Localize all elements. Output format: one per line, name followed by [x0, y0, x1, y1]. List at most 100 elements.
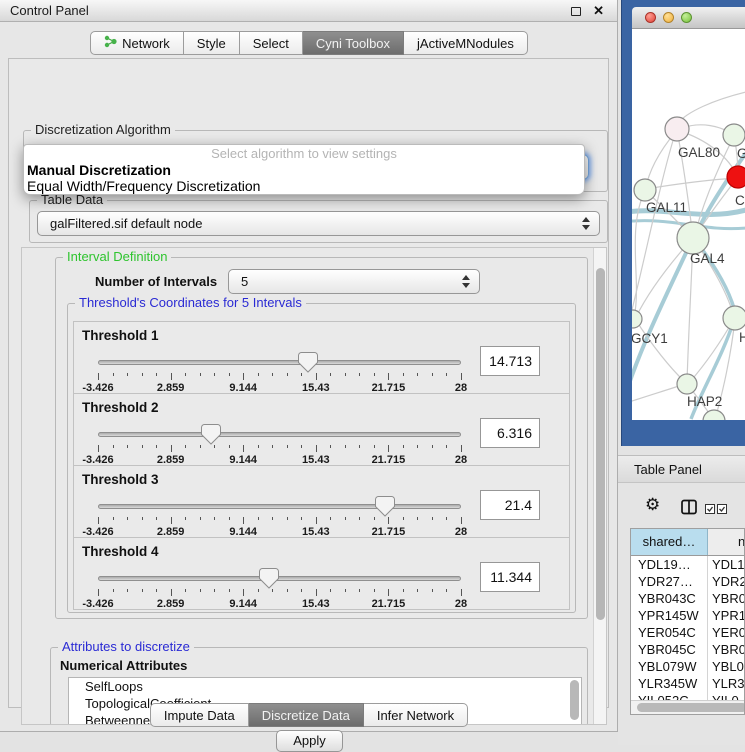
slider-tick [156, 517, 157, 520]
algorithm-option[interactable]: Manual Discretization [27, 162, 581, 178]
zoom-traffic-light-icon[interactable] [681, 12, 692, 23]
threshold-label: Threshold 4 [82, 544, 159, 559]
slider-tick [403, 517, 404, 520]
cell-shared-name[interactable]: YPR145W [631, 607, 708, 624]
slider-track[interactable] [98, 432, 461, 437]
node-table[interactable]: shared… na YDL19…YDL1YDR27…YDR2YBR043CYB… [630, 528, 745, 715]
cell-shared-name[interactable]: YER054C [631, 624, 708, 641]
threshold-value-field[interactable]: 6.316 [480, 418, 540, 448]
table-row[interactable]: YBR043CYBR0 [631, 590, 744, 607]
network-node[interactable] [703, 410, 725, 420]
close-icon[interactable]: ✕ [593, 3, 604, 19]
threshold-row: Threshold 3-3.4262.8599.14415.4321.71528… [73, 465, 570, 538]
slider-tick [113, 445, 114, 448]
slider-track[interactable] [98, 576, 461, 581]
table-horizontal-scrollbar[interactable] [631, 700, 744, 714]
slider-tick [301, 373, 302, 376]
cell-name[interactable]: YPR1 [708, 607, 744, 624]
network-window-titlebar [632, 7, 745, 29]
slider-handle[interactable] [259, 568, 279, 589]
slider-tick [359, 517, 360, 520]
column-header-shared-name[interactable]: shared… [631, 529, 708, 555]
slider-handle[interactable] [201, 424, 221, 445]
slider-tick [229, 517, 230, 520]
network-edge[interactable] [678, 92, 745, 123]
slider-handle[interactable] [375, 496, 395, 517]
cell-name[interactable]: YBR0 [708, 641, 744, 658]
network-node[interactable] [677, 222, 709, 254]
cell-name[interactable]: YER0 [708, 624, 744, 641]
table-row[interactable]: YPR145WYPR1 [631, 607, 744, 624]
network-node[interactable] [634, 179, 656, 201]
threshold-slider[interactable]: -3.4262.8599.14415.4321.71528 [98, 424, 461, 466]
interval-definition-group-title: Interval Definition [63, 250, 171, 263]
cell-shared-name[interactable]: YDL19… [631, 556, 708, 573]
threshold-slider[interactable]: -3.4262.8599.14415.4321.71528 [98, 352, 461, 394]
threshold-value-field[interactable]: 21.4 [480, 490, 540, 520]
threshold-slider[interactable]: -3.4262.8599.14415.4321.71528 [98, 568, 461, 610]
threshold-slider[interactable]: -3.4262.8599.14415.4321.71528 [98, 496, 461, 538]
threshold-value-field[interactable]: 11.344 [480, 562, 540, 592]
table-row[interactable]: YLR345WYLR3 [631, 675, 744, 692]
slider-tick [200, 517, 201, 520]
close-traffic-light-icon[interactable] [645, 12, 656, 23]
tab-select[interactable]: Select [240, 31, 303, 55]
tab-style[interactable]: Style [184, 31, 240, 55]
cell-shared-name[interactable]: YDR27… [631, 573, 708, 590]
table-data-select[interactable]: galFiltered.sif default node [37, 211, 600, 236]
float-window-icon[interactable] [571, 7, 581, 16]
network-edge[interactable] [632, 131, 676, 341]
tab-label: jActiveMNodules [417, 32, 514, 55]
network-node[interactable] [677, 374, 697, 394]
cell-name[interactable]: YDL1 [708, 556, 744, 573]
cell-name[interactable]: YBL0 [708, 658, 744, 675]
cell-shared-name[interactable]: YBL079W [631, 658, 708, 675]
network-node-label: H [739, 330, 745, 345]
scrollbar-thumb[interactable] [637, 703, 745, 712]
minimize-traffic-light-icon[interactable] [663, 12, 674, 23]
number-of-intervals-select[interactable]: 5 [228, 269, 480, 294]
tab-cyni-toolbox[interactable]: Cyni Toolbox [303, 31, 404, 55]
settings-vertical-scrollbar[interactable] [593, 248, 606, 724]
show-columns-checkboxes-icon[interactable] [705, 502, 727, 517]
slider-tick [287, 589, 288, 592]
scrollbar-thumb[interactable] [596, 268, 605, 620]
cell-shared-name[interactable]: YBR045C [631, 641, 708, 658]
cell-shared-name[interactable]: YBR043C [631, 590, 708, 607]
network-node[interactable] [665, 117, 689, 141]
table-row[interactable]: YDR27…YDR2 [631, 573, 744, 590]
slider-track[interactable] [98, 360, 461, 365]
slider-handle[interactable] [298, 352, 318, 373]
network-node[interactable] [723, 306, 745, 330]
network-canvas[interactable]: GAL80GACGAL11GAL4GCY1HHAP2 [632, 29, 745, 420]
network-node-label: GAL4 [690, 251, 725, 266]
table-row[interactable]: YBL079WYBL0 [631, 658, 744, 675]
cell-shared-name[interactable]: YLR345W [631, 675, 708, 692]
table-row[interactable]: YER054CYER0 [631, 624, 744, 641]
column-header-name[interactable]: na [708, 529, 744, 555]
tab-network[interactable]: Network [90, 31, 184, 55]
table-row[interactable]: YBR045CYBR0 [631, 641, 744, 658]
columns-icon[interactable] [681, 499, 697, 518]
table-row[interactable]: YDL19…YDL1 [631, 556, 744, 573]
cell-name[interactable]: YLR3 [708, 675, 744, 692]
gear-icon[interactable]: ⚙ [645, 496, 660, 513]
network-node-label: GAL11 [646, 200, 687, 215]
tab-impute-data[interactable]: Impute Data [150, 703, 249, 727]
algorithm-option[interactable]: Equal Width/Frequency Discretization [27, 178, 581, 194]
network-node[interactable] [632, 310, 642, 328]
slider-tick [272, 373, 273, 376]
threshold-value-field[interactable]: 14.713 [480, 346, 540, 376]
slider-track[interactable] [98, 504, 461, 509]
cell-name[interactable]: YDR2 [708, 573, 744, 590]
settings-scroll-viewport: Interval Definition Number of Intervals … [21, 247, 607, 725]
apply-button[interactable]: Apply [276, 730, 343, 752]
attribute-list-item[interactable]: SelfLoops [69, 678, 581, 695]
tab-discretize-data[interactable]: Discretize Data [249, 703, 364, 727]
cell-name[interactable]: YBR0 [708, 590, 744, 607]
network-node-selected[interactable] [727, 166, 745, 188]
table-header-row: shared… na [631, 529, 744, 556]
network-node[interactable] [723, 124, 745, 146]
tab-infer-network[interactable]: Infer Network [364, 703, 468, 727]
tab-jactivemnodules[interactable]: jActiveMNodules [404, 31, 528, 55]
